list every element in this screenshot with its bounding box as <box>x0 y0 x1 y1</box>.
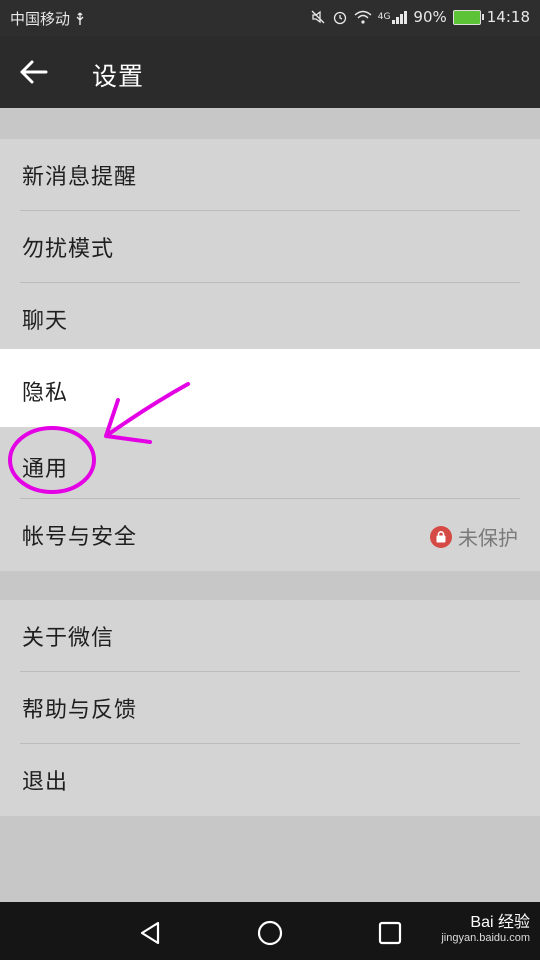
carrier-name: 中国移动 <box>10 10 71 28</box>
settings-item-label: 勿扰模式 <box>22 237 115 262</box>
mute-icon <box>311 10 325 24</box>
settings-item-label: 隐私 <box>22 381 69 406</box>
alarm-icon <box>333 11 346 25</box>
settings-item-chat[interactable]: 聊天 <box>0 283 540 349</box>
circle-home-icon[interactable] <box>255 918 285 948</box>
baidu-watermark: Bai 经验 jingyan.baidu.com <box>441 908 530 944</box>
settings-group-main: 新消息提醒 勿扰模式 聊天 隐私 通用 帐号与安全 未保护 <box>0 139 540 571</box>
settings-item-label: 帮助与反馈 <box>22 698 138 723</box>
settings-item-logout[interactable]: 退出 <box>0 744 540 816</box>
lock-icon <box>430 525 452 548</box>
title-bar: 设置 <box>0 36 540 108</box>
settings-item-new-message-alerts[interactable]: 新消息提醒 <box>0 139 540 211</box>
settings-item-do-not-disturb[interactable]: 勿扰模式 <box>0 211 540 283</box>
usb-icon <box>76 12 84 25</box>
security-status: 未保护 <box>430 522 518 551</box>
status-bar: 中国移动 4G 90% 14:18 <box>0 0 540 36</box>
security-status-text: 未保护 <box>458 526 518 550</box>
settings-group-other: 关于微信 帮助与反馈 退出 <box>0 600 540 816</box>
settings-item-general[interactable]: 通用 <box>0 427 540 499</box>
triangle-back-icon[interactable] <box>136 918 166 948</box>
settings-item-label: 新消息提醒 <box>22 165 138 190</box>
battery-percent: 90% <box>413 8 447 26</box>
settings-item-help-feedback[interactable]: 帮助与反馈 <box>0 672 540 744</box>
settings-item-label: 聊天 <box>22 309 69 334</box>
page-title: 设置 <box>92 62 145 91</box>
settings-item-label: 关于微信 <box>22 626 115 651</box>
network-type: 4G <box>377 12 391 22</box>
system-nav-bar: Bai 经验 jingyan.baidu.com <box>0 902 540 960</box>
square-recent-icon[interactable] <box>375 918 405 948</box>
watermark-url: jingyan.baidu.com <box>441 932 530 944</box>
battery-icon <box>452 9 484 25</box>
wifi-icon <box>354 10 372 24</box>
settings-item-label: 帐号与安全 <box>22 525 138 550</box>
back-arrow-icon[interactable] <box>16 54 56 90</box>
settings-item-about-wechat[interactable]: 关于微信 <box>0 600 540 672</box>
signal-icon <box>392 10 408 24</box>
settings-item-label: 退出 <box>22 770 69 795</box>
settings-item-privacy[interactable]: 隐私 <box>0 349 540 427</box>
clock-time: 14:18 <box>486 8 530 26</box>
settings-item-account-security[interactable]: 帐号与安全 未保护 <box>0 499 540 571</box>
settings-item-label: 通用 <box>22 457 69 482</box>
watermark-text: Bai 经验 <box>470 914 530 931</box>
